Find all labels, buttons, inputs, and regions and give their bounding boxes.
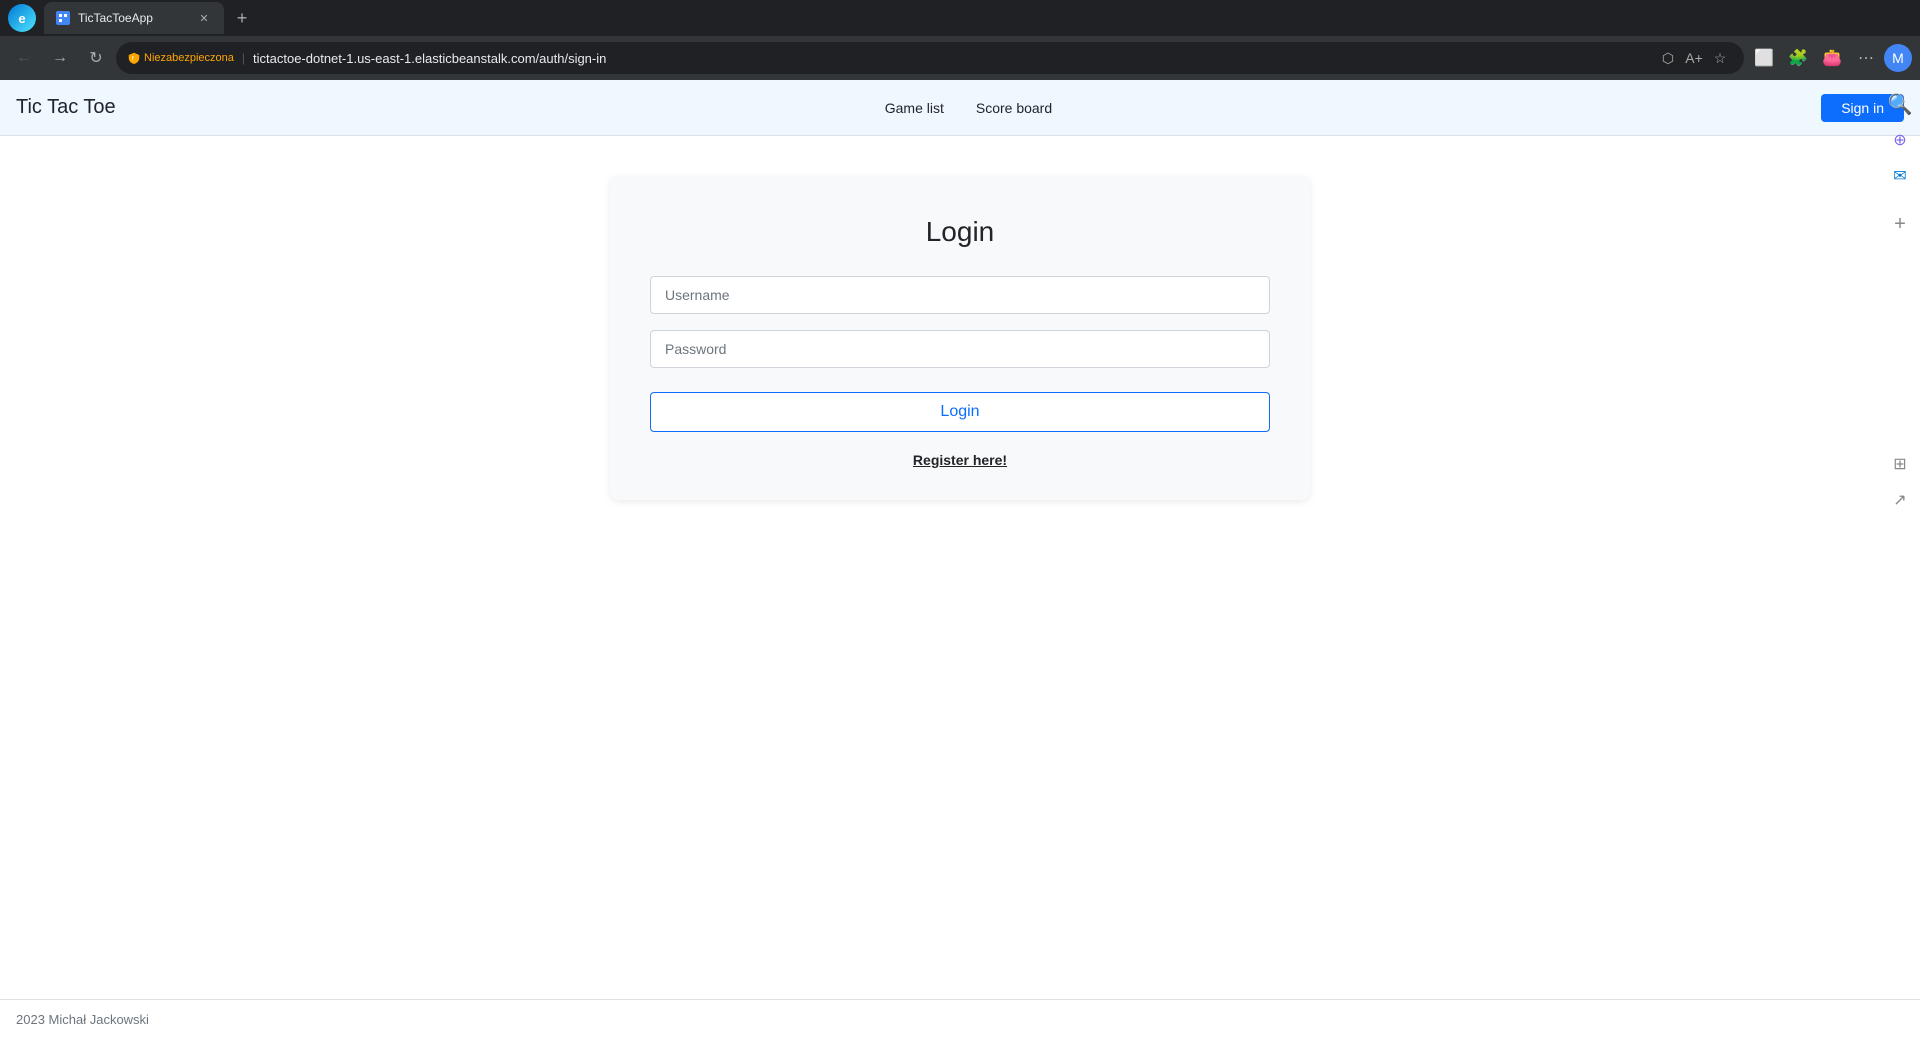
login-button[interactable]: Login — [650, 392, 1270, 432]
security-label: Niezabezpieczona — [144, 52, 234, 64]
tab-close-button[interactable]: ✕ — [196, 10, 212, 26]
footer: 2023 Michał Jackowski — [0, 999, 1920, 1039]
login-card: Login Login Register here! — [610, 176, 1310, 500]
back-button[interactable]: ← — [8, 42, 40, 74]
score-board-link[interactable]: Score board — [964, 94, 1064, 122]
new-tab-button[interactable]: + — [228, 4, 256, 32]
register-link[interactable]: Register here! — [650, 452, 1270, 468]
url-separator: | — [242, 51, 245, 65]
bookmark-icon[interactable]: ☆ — [1708, 46, 1732, 70]
edge-search-icon[interactable]: 🔍 — [1884, 88, 1916, 120]
edge-outlook-icon[interactable]: ✉ — [1884, 160, 1916, 192]
browser-chrome: e TicTacToeApp ✕ + ← → ↻ ! Niezabezpiecz… — [0, 0, 1920, 80]
toolbar-icons: ⬜ 🧩 👛 ⋯ M — [1748, 42, 1912, 74]
username-input[interactable] — [650, 276, 1270, 314]
edge-collections-icon[interactable]: ⊕ — [1884, 124, 1916, 156]
security-indicator: ! Niezabezpieczona — [128, 52, 234, 64]
browser-wallet-icon[interactable]: 👛 — [1816, 42, 1848, 74]
read-aloud-icon[interactable]: A+ — [1682, 46, 1706, 70]
edge-add-icon[interactable]: + — [1884, 208, 1916, 240]
tab-title: TicTacToeApp — [78, 11, 153, 25]
url-display: tictactoe-dotnet-1.us-east-1.elasticbean… — [253, 51, 1648, 66]
extensions-icon[interactable]: 🧩 — [1782, 42, 1814, 74]
tab-groups-icon[interactable]: ⬜ — [1748, 42, 1780, 74]
address-bar-actions: ⬡ A+ ☆ — [1656, 46, 1732, 70]
password-group — [650, 330, 1270, 368]
tab-favicon — [56, 11, 70, 25]
active-tab[interactable]: TicTacToeApp ✕ — [44, 2, 224, 34]
footer-text: 2023 Michał Jackowski — [16, 1012, 149, 1027]
address-bar[interactable]: ! Niezabezpieczona | tictactoe-dotnet-1.… — [116, 42, 1744, 74]
profile-avatar[interactable]: M — [1884, 44, 1912, 72]
password-input[interactable] — [650, 330, 1270, 368]
translate-icon[interactable]: ⬡ — [1656, 46, 1680, 70]
refresh-button[interactable]: ↻ — [80, 42, 112, 74]
edge-split-icon[interactable]: ⊞ — [1884, 448, 1916, 480]
brand-link[interactable]: Tic Tac Toe — [16, 96, 116, 119]
username-group — [650, 276, 1270, 314]
nav-links: Game list Score board — [116, 94, 1822, 122]
app-navbar: Tic Tac Toe Game list Score board Sign i… — [0, 80, 1920, 136]
address-bar-row: ← → ↻ ! Niezabezpieczona | tictactoe-dot… — [0, 36, 1920, 80]
main-content: Login Login Register here! — [0, 136, 1920, 999]
svg-text:!: ! — [132, 56, 134, 62]
login-title: Login — [650, 216, 1270, 248]
game-list-link[interactable]: Game list — [873, 94, 956, 122]
edge-popout-icon[interactable]: ↗ — [1884, 484, 1916, 516]
edge-sidebar: 🔍 ⊕ ✉ + ⊞ ↗ — [1880, 80, 1920, 524]
tab-bar: e TicTacToeApp ✕ + — [0, 0, 1920, 36]
browser-actions-icon[interactable]: ⋯ — [1850, 42, 1882, 74]
browser-logo: e — [8, 4, 36, 32]
forward-button[interactable]: → — [44, 42, 76, 74]
